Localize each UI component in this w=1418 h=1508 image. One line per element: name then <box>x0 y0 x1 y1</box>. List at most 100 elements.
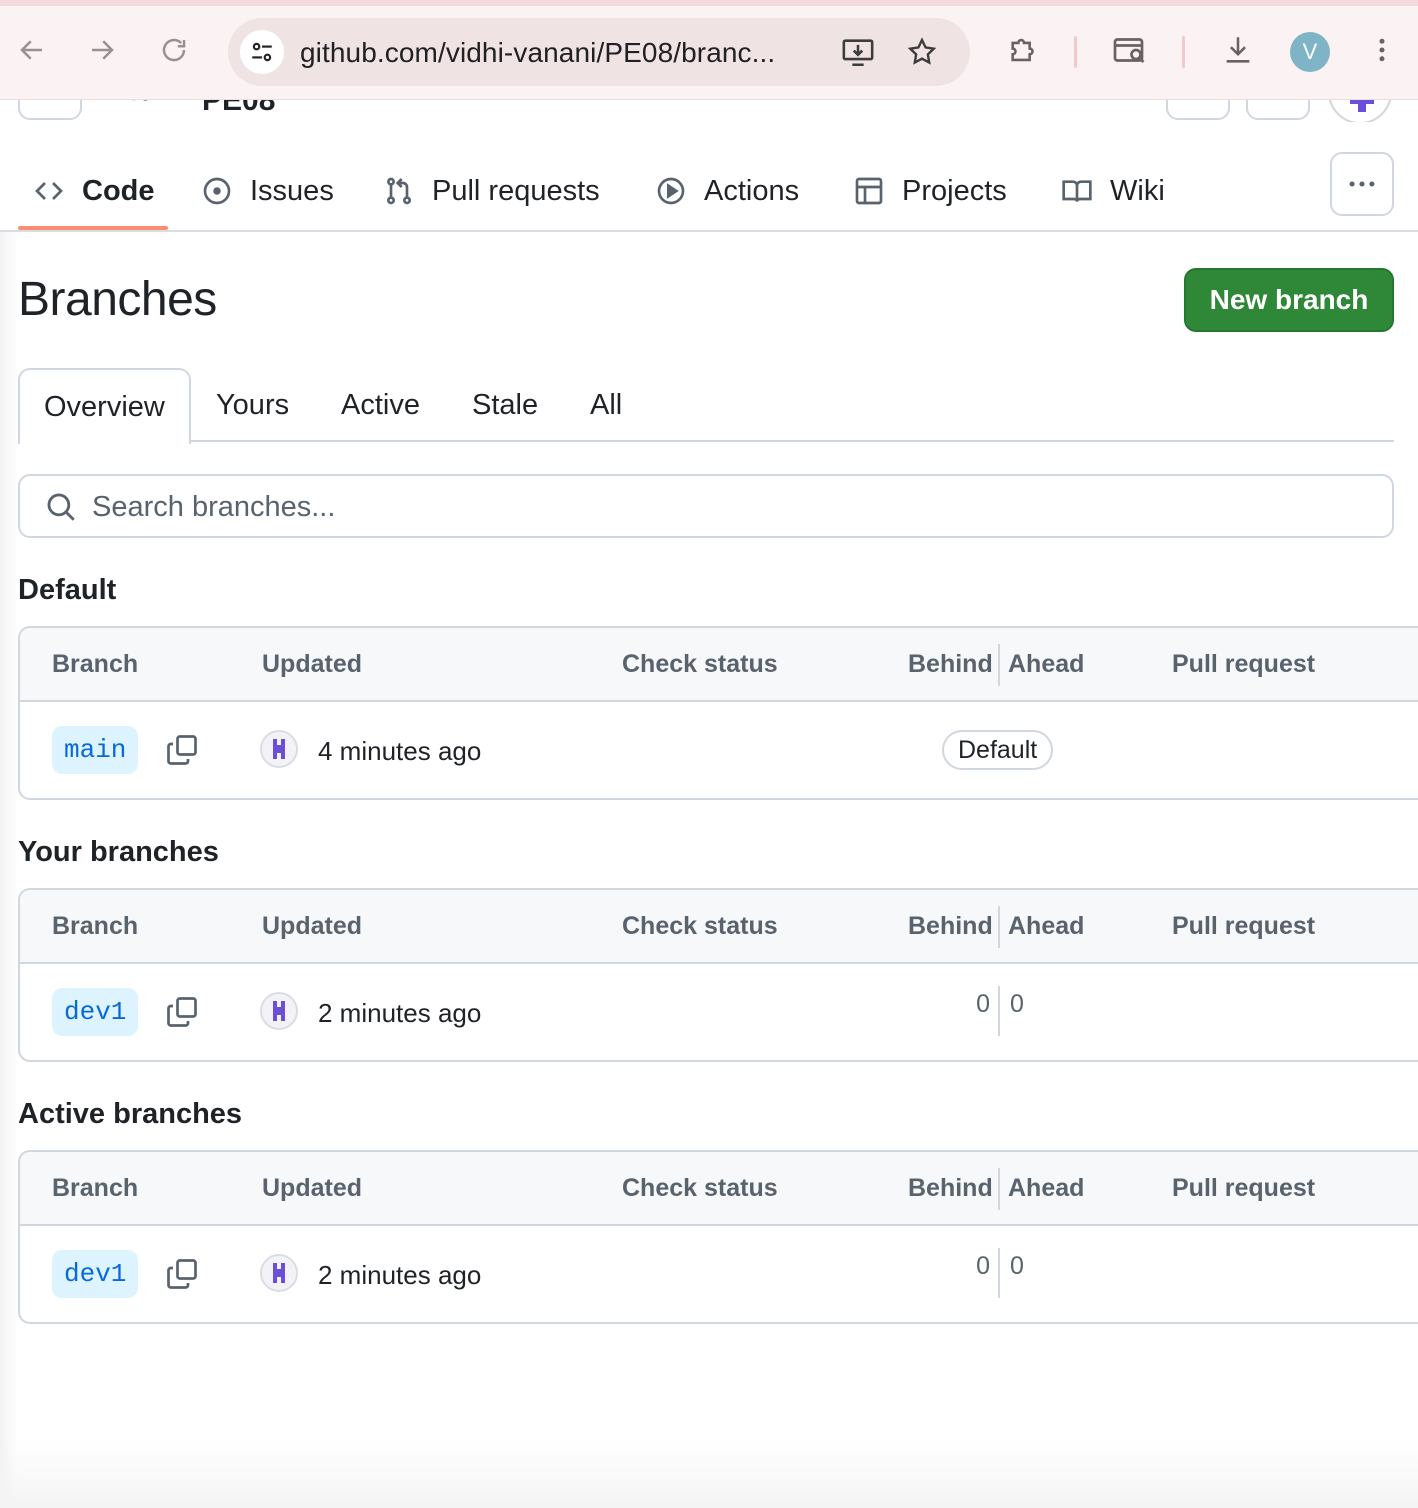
tab-search-button[interactable] <box>1110 30 1150 70</box>
committer-avatar[interactable] <box>260 730 298 768</box>
behind-ahead-divider <box>998 986 1000 1036</box>
tab-wiki-label: Wiki <box>1110 174 1165 207</box>
book-icon <box>1060 174 1094 208</box>
col-pull-request: Pull request <box>1172 912 1316 940</box>
committer-avatar[interactable] <box>260 1254 298 1292</box>
section-title-your-branches: Your branches <box>18 836 219 868</box>
col-updated: Updated <box>262 1174 362 1202</box>
column-divider <box>998 1168 1000 1210</box>
git-pull-request-icon <box>382 174 416 208</box>
copy-icon[interactable] <box>164 994 200 1030</box>
arrow-right-icon <box>92 40 114 60</box>
col-updated: Updated <box>262 912 362 940</box>
tab-yours[interactable]: Yours <box>216 368 289 442</box>
tab-overview[interactable]: Overview <box>18 368 191 444</box>
left-shade <box>0 232 18 1508</box>
bookmark-button[interactable] <box>902 32 942 72</box>
committer-avatar[interactable] <box>260 992 298 1030</box>
extensions-button[interactable] <box>1004 30 1044 70</box>
col-behind: Behind <box>908 1174 993 1202</box>
col-behind: Behind <box>908 650 993 678</box>
tab-search-icon <box>1113 38 1145 63</box>
table-row: dev1 2 minutes ago 0 0 <box>20 964 1418 1060</box>
copy-icon[interactable] <box>164 732 200 768</box>
tab-actions[interactable]: Actions <box>654 166 799 216</box>
col-ahead: Ahead <box>1008 650 1085 678</box>
user-avatar[interactable] <box>1328 100 1392 122</box>
branch-name-link[interactable]: dev1 <box>52 1250 139 1298</box>
tab-issues-label: Issues <box>250 174 334 207</box>
branch-tabs: Overview Yours Active Stale All <box>18 368 1394 444</box>
search-icon <box>47 493 75 521</box>
address-bar[interactable]: github.com/vidhi-vanani/PE08/branc... <box>228 18 970 86</box>
tab-active[interactable]: Active <box>341 368 420 442</box>
col-branch: Branch <box>52 912 139 940</box>
reload-button[interactable] <box>152 28 196 72</box>
page-title: Branches <box>18 273 217 326</box>
tune-icon <box>252 42 272 62</box>
col-branch: Branch <box>52 1174 139 1202</box>
behind-count: 0 <box>976 990 990 1018</box>
bottom-shade <box>0 1440 1418 1508</box>
tab-pull-requests[interactable]: Pull requests <box>382 166 600 216</box>
tab-projects[interactable]: Projects <box>852 166 1007 216</box>
default-badge: Default <box>942 730 1054 770</box>
install-icon <box>842 39 874 67</box>
table-header: Branch Updated Check status Behind Ahead… <box>20 1152 1418 1226</box>
tab-issues[interactable]: Issues <box>200 166 334 216</box>
inbox-button[interactable] <box>1246 100 1310 120</box>
col-ahead: Ahead <box>1008 912 1085 940</box>
new-branch-button[interactable]: New branch <box>1184 268 1394 332</box>
download-icon <box>1226 37 1250 63</box>
vertical-dots-icon <box>1379 38 1385 62</box>
site-info-button[interactable] <box>240 30 284 74</box>
col-behind: Behind <box>908 912 993 940</box>
section-title-default: Default <box>18 574 117 606</box>
tab-pull-requests-label: Pull requests <box>432 174 600 207</box>
branch-table-yours: Branch Updated Check status Behind Ahead… <box>18 888 1418 1062</box>
branch-search <box>18 474 1394 538</box>
branch-table-active: Branch Updated Check status Behind Ahead… <box>18 1150 1418 1324</box>
col-ahead: Ahead <box>1008 1174 1085 1202</box>
active-tab-underline <box>18 226 168 230</box>
identicon-icon <box>273 739 285 759</box>
branch-table-default: Branch Updated Check status Behind Ahead… <box>18 626 1418 800</box>
repo-header: PE08 <box>0 100 1418 122</box>
tab-all[interactable]: All <box>590 368 622 442</box>
tab-wiki[interactable]: Wiki <box>1060 166 1165 216</box>
updated-time: 2 minutes ago <box>318 1260 482 1290</box>
col-check-status: Check status <box>622 650 778 678</box>
more-button[interactable] <box>1330 152 1394 216</box>
browser-toolbar: github.com/vidhi-vanani/PE08/branc... V <box>0 0 1418 100</box>
star-icon <box>907 37 937 65</box>
reload-icon <box>162 38 186 62</box>
issue-opened-icon <box>200 174 234 208</box>
branch-name-link[interactable]: main <box>52 726 139 774</box>
tab-actions-label: Actions <box>704 174 800 207</box>
updated-time: 4 minutes ago <box>318 736 482 766</box>
copy-icon[interactable] <box>164 1256 200 1292</box>
search-input[interactable] <box>92 486 1372 528</box>
col-pull-request: Pull request <box>1172 1174 1316 1202</box>
back-button[interactable] <box>10 28 54 72</box>
profile-avatar[interactable]: V <box>1290 32 1330 72</box>
toolbar-separator <box>1182 36 1185 68</box>
branch-name-link[interactable]: dev1 <box>52 988 139 1036</box>
forward-button[interactable] <box>80 28 124 72</box>
toolbar-separator <box>1074 36 1077 68</box>
section-title-active-branches: Active branches <box>18 1098 243 1130</box>
identicon-icon <box>273 1001 285 1021</box>
downloads-button[interactable] <box>1218 30 1258 70</box>
repo-name[interactable]: PE08 <box>202 100 275 118</box>
search-button[interactable] <box>1166 100 1230 120</box>
browser-menu-button[interactable] <box>1362 30 1402 70</box>
play-icon <box>654 174 688 208</box>
tab-code-label: Code <box>82 174 155 207</box>
col-updated: Updated <box>262 650 362 678</box>
tab-stale[interactable]: Stale <box>472 368 538 442</box>
install-app-button[interactable] <box>838 32 878 72</box>
menu-button[interactable] <box>18 100 82 120</box>
arrow-left-icon <box>20 40 42 60</box>
tab-code[interactable]: Code <box>32 166 155 216</box>
url-text[interactable]: github.com/vidhi-vanani/PE08/branc... <box>300 37 775 69</box>
